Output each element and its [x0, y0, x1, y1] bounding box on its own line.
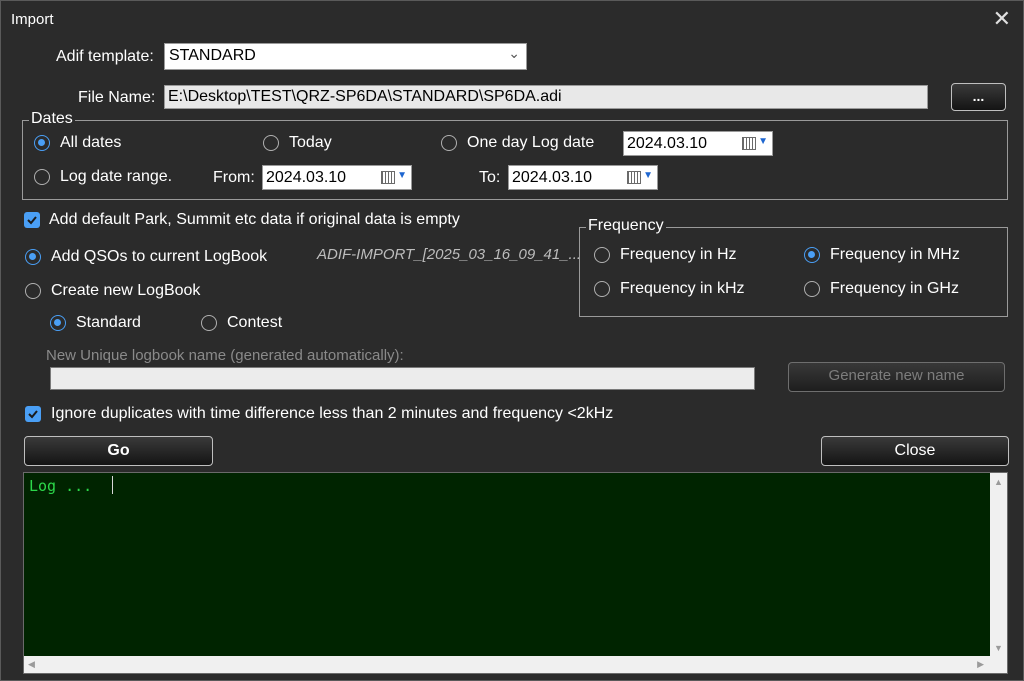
window-title: Import	[11, 11, 54, 28]
all-dates-radio[interactable]	[34, 135, 50, 151]
create-new-logbook-radio[interactable]	[25, 283, 41, 299]
calendar-icon	[627, 171, 641, 184]
calendar-icon	[381, 171, 395, 184]
text-caret	[112, 476, 113, 494]
to-label: To:	[479, 169, 501, 186]
frequency-ghz-label: Frequency in GHz	[830, 280, 959, 297]
one-day-date-picker[interactable]: 2024.03.10 ▼	[623, 131, 773, 156]
add-current-logbook-label: Add QSOs to current LogBook	[51, 248, 268, 265]
scroll-up-icon[interactable]: ▲	[994, 477, 1003, 487]
log-text: Log ...	[29, 477, 93, 495]
ignore-duplicates-checkbox[interactable]	[25, 406, 41, 422]
standard-label: Standard	[76, 314, 141, 331]
title-bar: Import ✕	[1, 1, 1023, 37]
all-dates-label: All dates	[60, 134, 122, 151]
frequency-legend: Frequency	[586, 217, 666, 235]
browse-button[interactable]: ...	[951, 83, 1006, 111]
to-date-value: 2024.03.10	[512, 169, 593, 186]
one-day-date-value: 2024.03.10	[627, 135, 708, 152]
add-default-checkbox[interactable]	[24, 212, 40, 228]
from-date-value: 2024.03.10	[266, 169, 347, 186]
log-date-range-radio[interactable]	[34, 169, 50, 185]
log-output-area[interactable]: Log ... ▲ ▼ ◀ ▶	[23, 472, 1008, 674]
frequency-mhz-radio[interactable]	[804, 247, 820, 263]
horizontal-scrollbar[interactable]: ◀ ▶	[24, 656, 990, 673]
import-window: Import ✕ Adif template: STANDARD ⌄ File …	[0, 0, 1024, 681]
one-day-radio[interactable]	[441, 135, 457, 151]
create-new-logbook-label: Create new LogBook	[51, 282, 201, 299]
one-day-label: One day Log date	[467, 134, 595, 151]
chevron-down-icon: ⌄	[508, 45, 520, 61]
generate-new-name-button[interactable]: Generate new name	[788, 362, 1005, 392]
dropdown-arrow-icon: ▼	[643, 170, 653, 181]
vertical-scrollbar[interactable]: ▲ ▼	[990, 473, 1007, 656]
scroll-down-icon[interactable]: ▼	[994, 643, 1003, 653]
scroll-left-icon[interactable]: ◀	[28, 659, 35, 670]
scrollbar-corner	[990, 656, 1007, 673]
contest-label: Contest	[227, 314, 283, 331]
today-radio[interactable]	[263, 135, 279, 151]
close-icon[interactable]: ✕	[993, 6, 1011, 32]
frequency-khz-label: Frequency in kHz	[620, 280, 745, 297]
adif-template-select[interactable]: STANDARD ⌄	[164, 43, 527, 70]
standard-radio[interactable]	[50, 315, 66, 331]
file-name-field[interactable]: E:\Desktop\TEST\QRZ-SP6DA\STANDARD\SP6DA…	[164, 85, 928, 109]
dropdown-arrow-icon: ▼	[397, 170, 407, 181]
go-button[interactable]: Go	[24, 436, 213, 466]
calendar-icon	[742, 137, 756, 150]
from-date-picker[interactable]: 2024.03.10 ▼	[262, 165, 412, 190]
file-name-value: E:\Desktop\TEST\QRZ-SP6DA\STANDARD\SP6DA…	[168, 88, 562, 105]
adif-template-label: Adif template:	[56, 48, 154, 65]
frequency-hz-radio[interactable]	[594, 247, 610, 263]
to-date-picker[interactable]: 2024.03.10 ▼	[508, 165, 658, 190]
log-date-range-label: Log date range.	[60, 168, 173, 185]
frequency-mhz-label: Frequency in MHz	[830, 246, 960, 263]
dates-legend: Dates	[29, 110, 75, 128]
frequency-group: Frequency	[579, 217, 1008, 317]
from-label: From:	[213, 169, 255, 186]
current-logbook-name: ADIF-IMPORT_[2025_03_16_09_41_...	[317, 246, 582, 263]
scroll-right-icon[interactable]: ▶	[977, 659, 984, 670]
close-button[interactable]: Close	[821, 436, 1009, 466]
today-label: Today	[289, 134, 332, 151]
file-name-label: File Name:	[78, 89, 156, 106]
frequency-khz-radio[interactable]	[594, 281, 610, 297]
frequency-hz-label: Frequency in Hz	[620, 246, 737, 263]
adif-template-value: STANDARD	[169, 47, 256, 64]
unique-logbook-name-field[interactable]	[50, 367, 755, 390]
frequency-ghz-radio[interactable]	[804, 281, 820, 297]
ignore-duplicates-label: Ignore duplicates with time difference l…	[51, 405, 614, 422]
add-current-logbook-radio[interactable]	[25, 249, 41, 265]
add-default-label: Add default Park, Summit etc data if ori…	[49, 211, 460, 228]
contest-radio[interactable]	[201, 315, 217, 331]
unique-logbook-name-label: New Unique logbook name (generated autom…	[46, 347, 404, 364]
dropdown-arrow-icon: ▼	[758, 136, 768, 147]
